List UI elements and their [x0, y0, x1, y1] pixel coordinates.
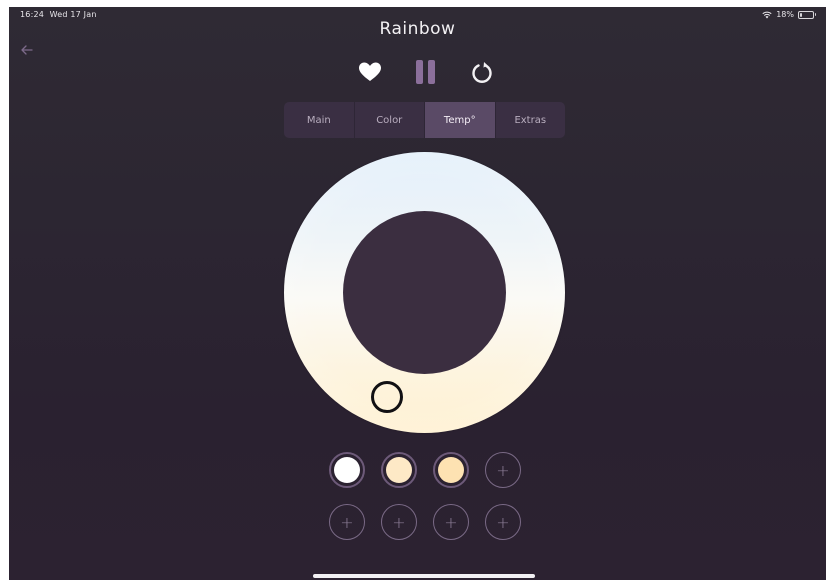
preset-slot-1[interactable] — [329, 452, 365, 488]
add-preset-button[interactable]: + — [329, 504, 365, 540]
tab-label: Extras — [514, 114, 547, 126]
home-indicator[interactable] — [313, 574, 535, 578]
back-button[interactable] — [20, 43, 36, 59]
color-temperature-wheel[interactable] — [284, 152, 565, 433]
add-preset-button[interactable]: + — [433, 504, 469, 540]
wheel-selector-handle[interactable] — [371, 381, 403, 413]
tab-bar: Main Color Temp° Extras — [284, 102, 565, 138]
refresh-icon — [472, 62, 492, 83]
battery-percent: 18% — [776, 10, 794, 19]
preset-slot-3[interactable] — [433, 452, 469, 488]
refresh-button[interactable] — [469, 59, 495, 85]
heart-icon — [359, 62, 381, 81]
tab-label: Color — [376, 114, 403, 126]
plus-icon: + — [444, 512, 458, 532]
plus-icon: + — [340, 512, 354, 532]
tab-label: Main — [306, 114, 331, 126]
tab-main[interactable]: Main — [284, 102, 355, 138]
arrow-left-icon — [21, 45, 33, 55]
add-preset-button[interactable]: + — [485, 452, 521, 488]
tab-temp[interactable]: Temp° — [425, 102, 496, 138]
favorite-button[interactable] — [357, 59, 383, 85]
pause-icon — [416, 60, 435, 84]
preset-swatch — [334, 457, 360, 483]
playback-controls — [9, 59, 826, 85]
status-bar-left: 16:24 Wed 17 Jan — [20, 10, 97, 19]
status-date: Wed 17 Jan — [49, 10, 97, 19]
wheel-center — [343, 211, 506, 374]
app-screen: 16:24 Wed 17 Jan 18% Rainbow Main Color … — [9, 7, 826, 580]
plus-icon: + — [496, 460, 510, 480]
tab-extras[interactable]: Extras — [496, 102, 566, 138]
pause-button[interactable] — [413, 59, 439, 85]
plus-icon: + — [392, 512, 406, 532]
status-time: 16:24 — [20, 10, 45, 19]
add-preset-button[interactable]: + — [485, 504, 521, 540]
preset-swatch — [386, 457, 412, 483]
page-title: Rainbow — [379, 19, 456, 39]
battery-icon — [798, 10, 816, 19]
battery-level — [800, 12, 802, 17]
preset-slot-2[interactable] — [381, 452, 417, 488]
wifi-icon — [762, 11, 772, 18]
tab-label: Temp° — [443, 114, 476, 126]
status-bar-right: 18% — [762, 10, 816, 19]
add-preset-button[interactable]: + — [381, 504, 417, 540]
plus-icon: + — [496, 512, 510, 532]
tab-color[interactable]: Color — [355, 102, 425, 138]
preset-swatch — [438, 457, 464, 483]
